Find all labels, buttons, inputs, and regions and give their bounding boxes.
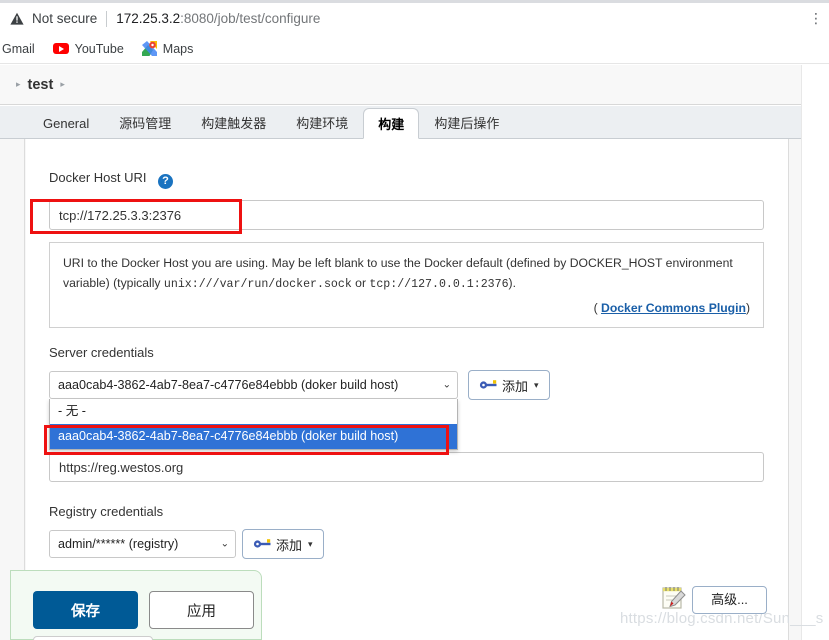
url-host: 172.25.3.2 <box>116 11 181 26</box>
plugin-prefix: ( <box>593 300 602 315</box>
page-right-margin <box>801 65 829 640</box>
server-credentials-label: Server credentials <box>49 344 154 362</box>
partial-button-below[interactable] <box>33 636 153 640</box>
warning-triangle-icon <box>10 12 24 26</box>
help-text-part3: ). <box>508 275 516 290</box>
help-code-tcp: tcp://127.0.0.1:2376 <box>369 277 509 291</box>
dropdown-option-none[interactable]: - 无 - <box>50 399 457 424</box>
browser-menu-icon[interactable]: ⋮ <box>809 10 823 27</box>
registry-credentials-add-button[interactable]: 添加 ▾ <box>242 529 324 559</box>
config-tabbar: General 源码管理 构建触发器 构建环境 构建 构建后操作 <box>0 106 801 139</box>
help-icon[interactable]: ? <box>157 174 173 189</box>
jenkins-page: ▸ test ▸ General 源码管理 构建触发器 构建环境 构建 构建后操… <box>0 65 829 640</box>
tab-build-triggers[interactable]: 构建触发器 <box>186 107 281 138</box>
omnibox-divider <box>106 10 108 27</box>
help-text-part2: or <box>351 275 370 290</box>
bookmark-youtube[interactable]: YouTube <box>52 41 124 56</box>
advanced-button[interactable]: 高级... <box>692 586 767 614</box>
save-button[interactable]: 保存 <box>33 591 138 629</box>
tab-source-code-management[interactable]: 源码管理 <box>104 107 186 138</box>
plugin-suffix: ) <box>745 300 750 315</box>
screenshot-root: Not secure 172.25.3.2:8080/job/test/conf… <box>0 0 829 640</box>
server-credentials-select[interactable]: aaa0cab4-3862-4ab7-8ea7-c4776e84ebbb (do… <box>49 371 458 399</box>
breadcrumb: ▸ test ▸ <box>0 65 801 105</box>
tabbar-spacer <box>0 106 28 138</box>
registry-credentials-label-text: Registry credentials <box>49 504 164 519</box>
tab-general[interactable]: General <box>28 107 104 138</box>
config-left-gutter <box>0 139 25 640</box>
key-icon <box>479 378 498 393</box>
docker-host-uri-input[interactable] <box>49 200 764 230</box>
tab-post-build-actions[interactable]: 构建后操作 <box>419 107 514 138</box>
chevron-down-icon: ⌄ <box>220 538 229 550</box>
registry-url-input-wrap <box>49 452 764 482</box>
config-form-area: Docker Host URI ? URI to the Docker Host… <box>0 139 801 640</box>
chevron-down-icon: ▾ <box>534 379 539 390</box>
registry-credentials-selected-value: admin/****** (registry) <box>58 537 179 551</box>
server-credentials-label-text: Server credentials <box>49 345 154 360</box>
youtube-icon <box>52 43 69 54</box>
bookmark-label: YouTube <box>74 41 124 56</box>
bookmark-gmail[interactable]: Gmail <box>0 42 35 56</box>
bookmark-label: Maps <box>162 41 194 56</box>
registry-url-input[interactable] <box>49 452 764 482</box>
docker-host-uri-help-box: URI to the Docker Host you are using. Ma… <box>49 242 764 329</box>
google-maps-icon <box>141 41 157 56</box>
bookmark-maps[interactable]: Maps <box>141 41 194 56</box>
omnibox-url[interactable]: 172.25.3.2:8080/job/test/configure <box>116 11 320 26</box>
add-button-label: 添加 <box>502 378 529 394</box>
chevron-down-icon: ▾ <box>308 538 313 549</box>
docker-commons-plugin-link[interactable]: Docker Commons Plugin <box>601 301 746 315</box>
dropdown-option-selected[interactable]: aaa0cab4-3862-4ab7-8ea7-c4776e84ebbb (do… <box>50 424 457 449</box>
server-credentials-add-button[interactable]: 添加 ▾ <box>468 370 550 400</box>
add-button-label: 添加 <box>276 537 303 553</box>
security-status-label: Not secure <box>32 11 98 26</box>
key-icon <box>253 537 272 552</box>
chevron-down-icon: ⌄ <box>442 379 451 391</box>
config-panel: Docker Host URI ? URI to the Docker Host… <box>26 139 789 640</box>
url-path: :8080/job/test/configure <box>180 11 321 26</box>
server-credentials-dropdown[interactable]: - 无 - aaa0cab4-3862-4ab7-8ea7-c4776e84eb… <box>49 399 458 450</box>
docker-host-uri-label: Docker Host URI <box>49 170 147 185</box>
registry-credentials-label: Registry credentials <box>49 503 163 521</box>
apply-button[interactable]: 应用 <box>149 591 254 629</box>
tab-build[interactable]: 构建 <box>363 108 420 139</box>
server-credentials-selected-value: aaa0cab4-3862-4ab7-8ea7-c4776e84ebbb (do… <box>58 378 399 392</box>
bookmarks-bar: Gmail YouTube Maps <box>0 34 829 64</box>
form-action-bar: 保存 应用 <box>10 570 262 640</box>
help-code-unix-socket: unix:///var/run/docker.sock <box>163 277 352 291</box>
notepad-pencil-icon <box>660 585 686 616</box>
registry-credentials-select[interactable]: admin/****** (registry) ⌄ <box>49 530 236 558</box>
bookmark-label: Gmail <box>2 41 35 56</box>
breadcrumb-trail-arrow-icon: ▸ <box>60 79 65 89</box>
docker-host-uri-input-wrap <box>49 200 764 230</box>
docker-host-uri-label-row: Docker Host URI ? <box>49 169 173 189</box>
breadcrumb-lead-arrow-icon: ▸ <box>16 79 21 89</box>
config-right-strip <box>790 139 801 640</box>
browser-omnibox[interactable]: Not secure 172.25.3.2:8080/job/test/conf… <box>0 3 829 34</box>
tab-build-environment[interactable]: 构建环境 <box>281 107 363 138</box>
help-plugin-line: ( Docker Commons Plugin) <box>63 299 750 319</box>
breadcrumb-item-test[interactable]: test <box>28 77 54 93</box>
